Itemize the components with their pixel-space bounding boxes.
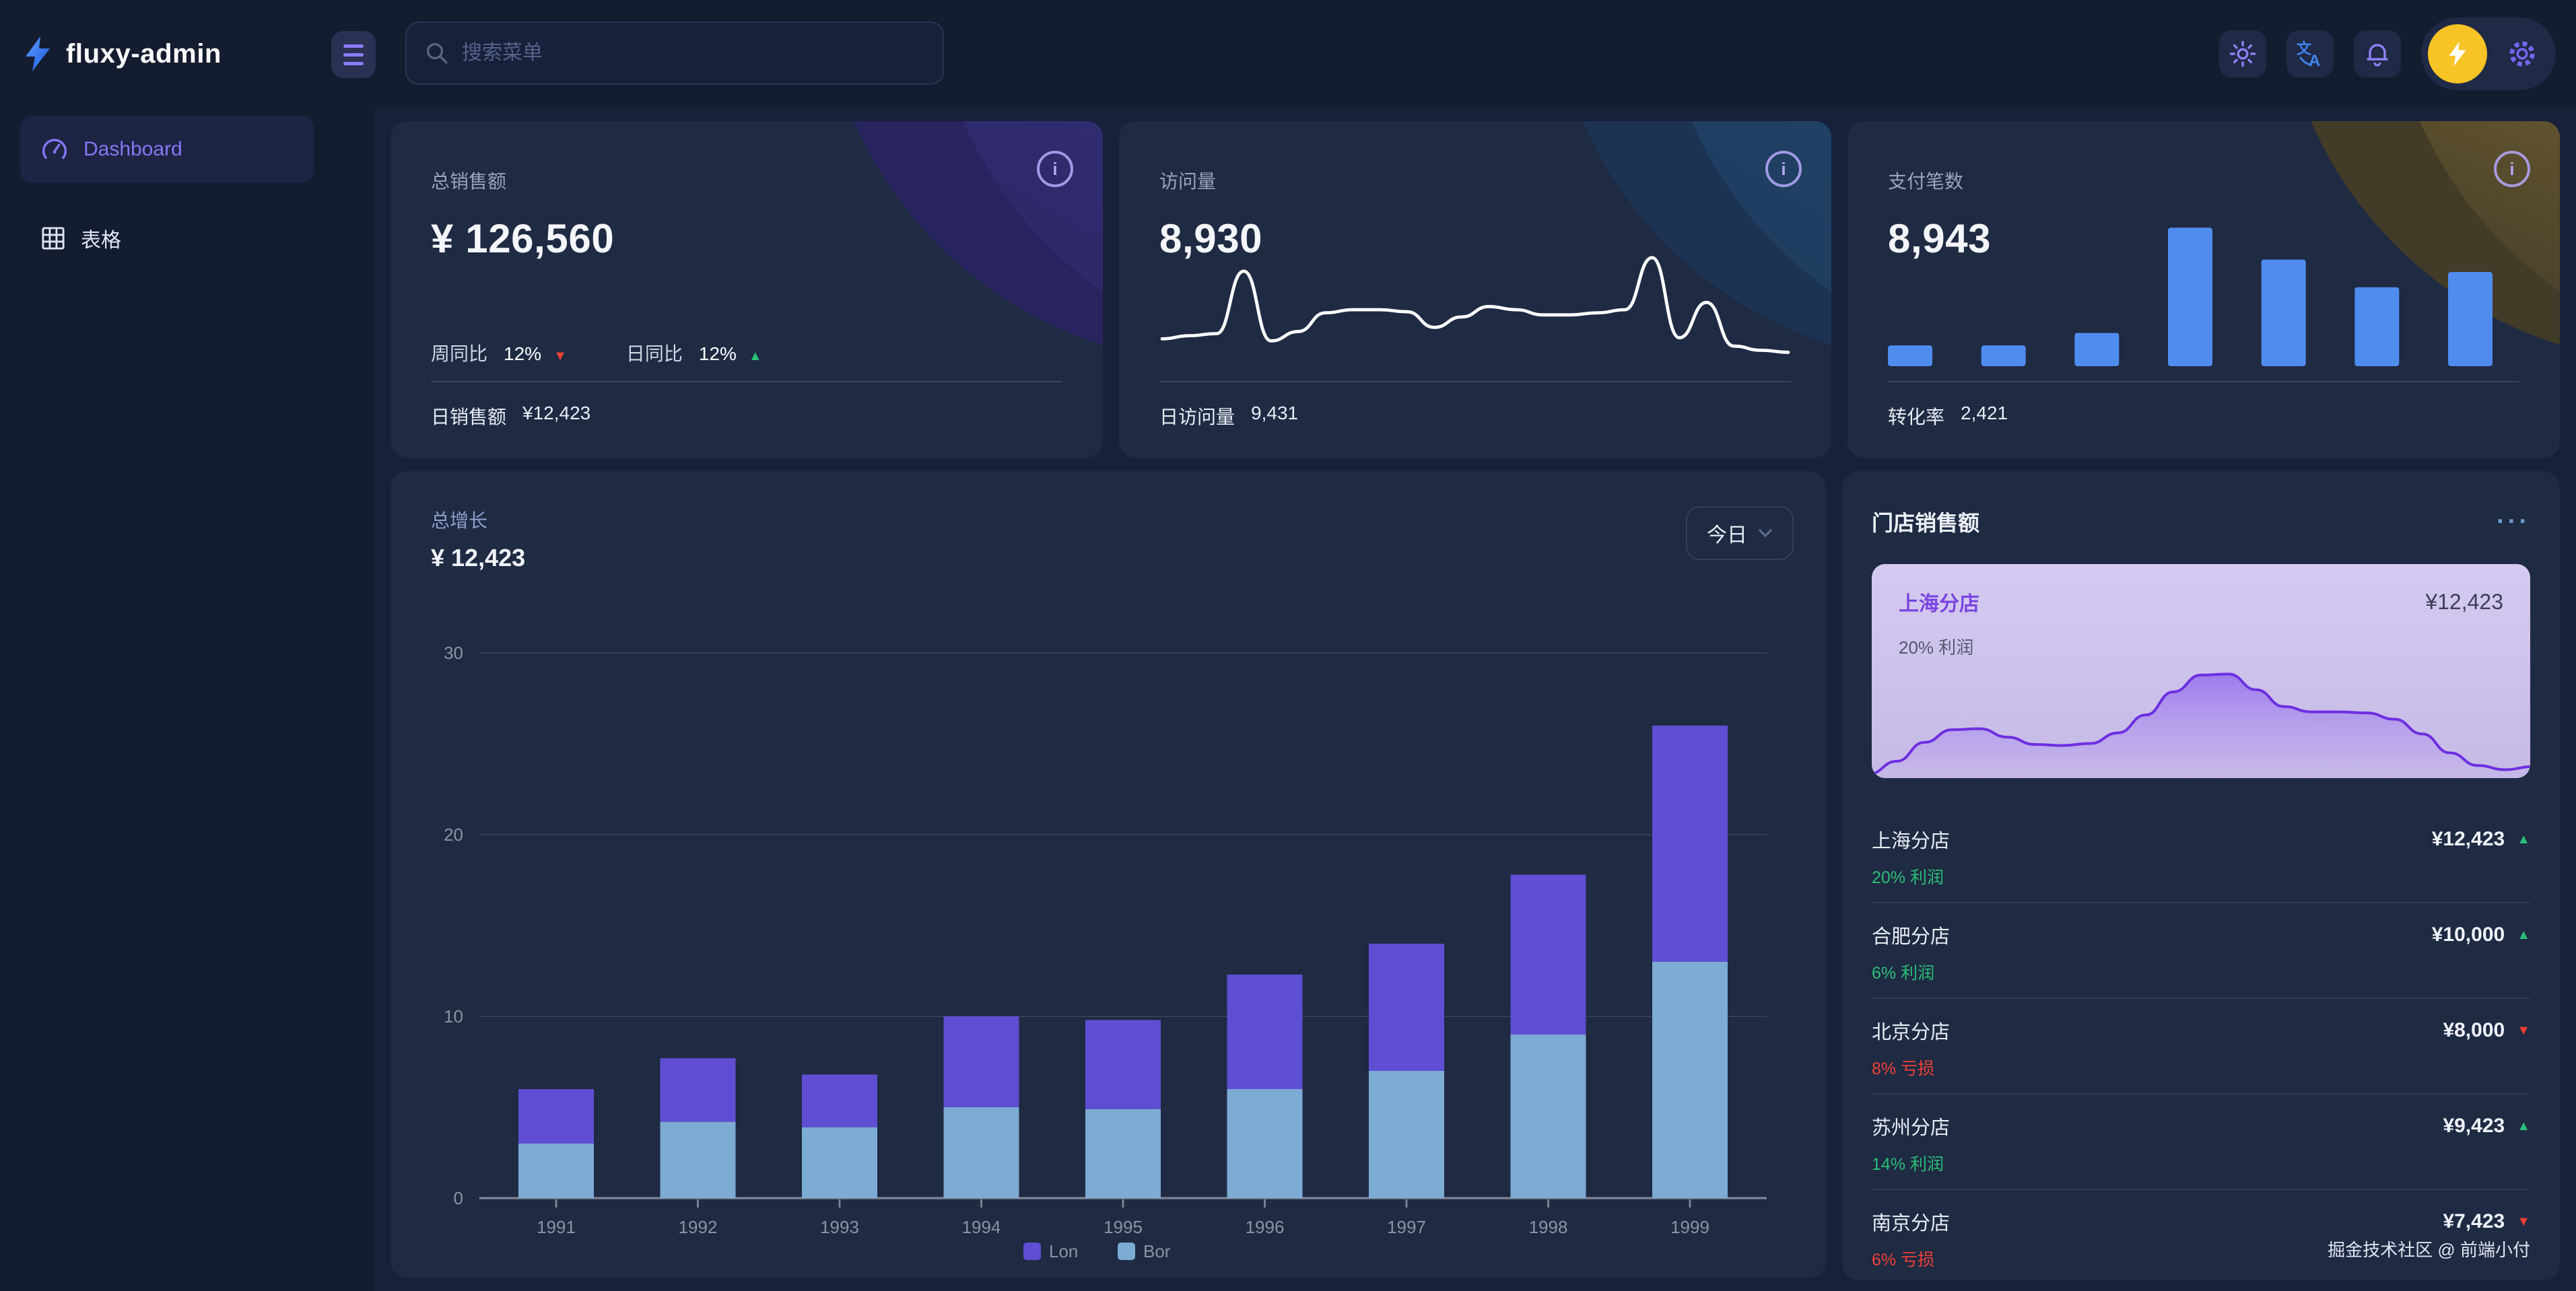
logo-lightning-icon <box>22 35 54 73</box>
svg-text:1994: 1994 <box>962 1217 1001 1237</box>
stat-card-payments: i 支付笔数 8,943 转化率2,421 <box>1848 121 2560 458</box>
svg-text:0: 0 <box>454 1188 463 1208</box>
store-sales-panel: 门店销售额 ··· 上海分店 ¥12,423 20% 利润 上海分店¥12,42… <box>1842 471 2560 1280</box>
dashboard-gauge-icon <box>42 137 67 162</box>
date-range-dropdown[interactable]: 今日 <box>1686 506 1794 560</box>
featured-store-card[interactable]: 上海分店 ¥12,423 20% 利润 <box>1872 564 2530 778</box>
featured-store-area-chart <box>1872 657 2530 778</box>
search-input[interactable] <box>462 42 924 65</box>
payments-sparkbar-chart <box>1888 215 2493 366</box>
divider <box>1159 381 1791 382</box>
chevron-down-icon <box>1758 528 1773 538</box>
store-row[interactable]: 上海分店¥12,423▲ 20% 利润 <box>1872 808 2530 903</box>
stat-title: 访问量 <box>1159 167 1216 194</box>
sidebar: Dashboard 表格 <box>0 108 374 1291</box>
featured-store-name: 上海分店 <box>1899 587 1979 617</box>
translate-icon: 文 A <box>2295 39 2325 69</box>
main-content: i 总销售额 ¥ 126,560 周同比12%▼ 日同比12%▲ 日销售额¥12… <box>374 108 2576 1291</box>
language-button[interactable]: 文 A <box>2286 30 2334 77</box>
avatar[interactable] <box>2428 24 2487 83</box>
svg-text:Bor: Bor <box>1143 1241 1171 1261</box>
info-icon[interactable]: i <box>2494 151 2530 187</box>
stat-footer: 日销售额¥12,423 <box>431 403 590 429</box>
growth-chart-card: 总增长 ¥ 12,423 今日 0 10 20 30 1991 1992 1993 1994 1… <box>391 471 1826 1278</box>
sidebar-item-dashboard[interactable]: Dashboard <box>20 116 314 183</box>
metric-day: 日同比12%▲ <box>626 339 762 366</box>
stat-footer: 日访问量9,431 <box>1159 403 1298 429</box>
stat-card-visits: i 访问量 8,930 日访问量9,431 <box>1119 121 1831 458</box>
hamburger-icon <box>343 44 364 48</box>
growth-value: ¥ 12,423 <box>431 544 525 572</box>
settings-gear-icon[interactable] <box>2506 38 2538 70</box>
stat-metrics: 周同比12%▼ 日同比12%▲ <box>431 339 762 366</box>
topbar-actions: 文 A <box>2219 0 2556 108</box>
trend-icon: ▲ <box>2517 833 2530 846</box>
avatar-lightning-icon <box>2446 40 2469 68</box>
svg-text:10: 10 <box>444 1006 463 1026</box>
footer-credit: 掘金技术社区 @ 前端小付 <box>2328 1236 2530 1261</box>
store-row[interactable]: 北京分店¥8,000▼ 8% 亏损 <box>1872 999 2530 1094</box>
stat-title: 支付笔数 <box>1888 167 1963 194</box>
store-panel-title: 门店销售额 <box>1872 506 1979 537</box>
svg-text:20: 20 <box>444 825 463 845</box>
sidebar-nav: Dashboard 表格 <box>0 116 374 272</box>
divider <box>1888 381 2519 382</box>
search-icon <box>426 42 448 65</box>
featured-store-profit: 20% 利润 <box>1899 634 2503 659</box>
svg-text:A: A <box>2309 52 2320 69</box>
sidebar-item-label: 表格 <box>81 223 121 253</box>
trend-icon: ▼ <box>2517 1215 2530 1228</box>
store-panel-header: 门店销售额 ··· <box>1872 471 2530 537</box>
sidebar-item-label: Dashboard <box>83 138 182 161</box>
stats-row: i 总销售额 ¥ 126,560 周同比12%▼ 日同比12%▲ 日销售额¥12… <box>391 121 2560 458</box>
svg-text:1993: 1993 <box>820 1217 859 1237</box>
metric-week: 周同比12%▼ <box>431 339 567 366</box>
svg-text:1995: 1995 <box>1104 1217 1143 1237</box>
info-icon[interactable]: i <box>1765 151 1802 187</box>
svg-text:1992: 1992 <box>679 1217 718 1237</box>
growth-stacked-bar-chart: 0 10 20 30 1991 1992 1993 1994 1995 1996 1997 1998 1… <box>431 614 1772 1261</box>
growth-chart-header: 总增长 ¥ 12,423 今日 <box>391 471 1826 572</box>
more-icon[interactable]: ··· <box>2497 515 2530 528</box>
store-row[interactable]: 苏州分店¥9,423▲ 14% 利润 <box>1872 1094 2530 1190</box>
table-grid-icon <box>42 227 65 250</box>
search-box[interactable] <box>405 22 944 85</box>
svg-text:1997: 1997 <box>1387 1217 1426 1237</box>
growth-title: 总增长 <box>431 506 525 533</box>
featured-store-value: ¥12,423 <box>2425 590 2503 615</box>
svg-text:1999: 1999 <box>1670 1217 1709 1237</box>
info-icon[interactable]: i <box>1037 151 1073 187</box>
second-row: 总增长 ¥ 12,423 今日 0 10 20 30 1991 1992 1993 1994 1… <box>391 471 2560 1280</box>
svg-text:Lon: Lon <box>1049 1241 1078 1261</box>
divider <box>431 381 1062 382</box>
svg-text:30: 30 <box>444 643 463 663</box>
store-list: 上海分店¥12,423▲ 20% 利润 合肥分店¥10,000▲ 6% 利润 北… <box>1872 808 2530 1286</box>
sidebar-item-table[interactable]: 表格 <box>20 205 314 272</box>
svg-text:1991: 1991 <box>537 1217 576 1237</box>
store-row[interactable]: 合肥分店¥10,000▲ 6% 利润 <box>1872 903 2530 999</box>
logo[interactable]: fluxy-admin <box>22 0 222 108</box>
svg-text:1996: 1996 <box>1246 1217 1285 1237</box>
stat-title: 总销售额 <box>431 167 506 194</box>
trend-icon: ▲ <box>2517 1119 2530 1133</box>
user-pill[interactable] <box>2421 18 2556 90</box>
brand-name: fluxy-admin <box>66 39 222 69</box>
notifications-button[interactable] <box>2354 30 2401 77</box>
stat-footer: 转化率2,421 <box>1888 403 2008 429</box>
bell-icon <box>2365 40 2390 67</box>
sun-icon <box>2229 40 2256 67</box>
topbar: fluxy-admin 文 A <box>0 0 2576 108</box>
theme-toggle-button[interactable] <box>2219 30 2266 77</box>
visits-sparkline-chart <box>1159 245 1791 369</box>
trend-icon: ▼ <box>2517 1024 2530 1037</box>
trend-icon: ▲ <box>749 349 762 363</box>
menu-toggle-button[interactable] <box>331 31 376 78</box>
stat-card-total-sales: i 总销售额 ¥ 126,560 周同比12%▼ 日同比12%▲ 日销售额¥12… <box>391 121 1103 458</box>
svg-text:1998: 1998 <box>1529 1217 1568 1237</box>
trend-icon: ▲ <box>2517 928 2530 942</box>
stat-value: ¥ 126,560 <box>431 215 614 262</box>
trend-icon: ▼ <box>553 349 567 363</box>
